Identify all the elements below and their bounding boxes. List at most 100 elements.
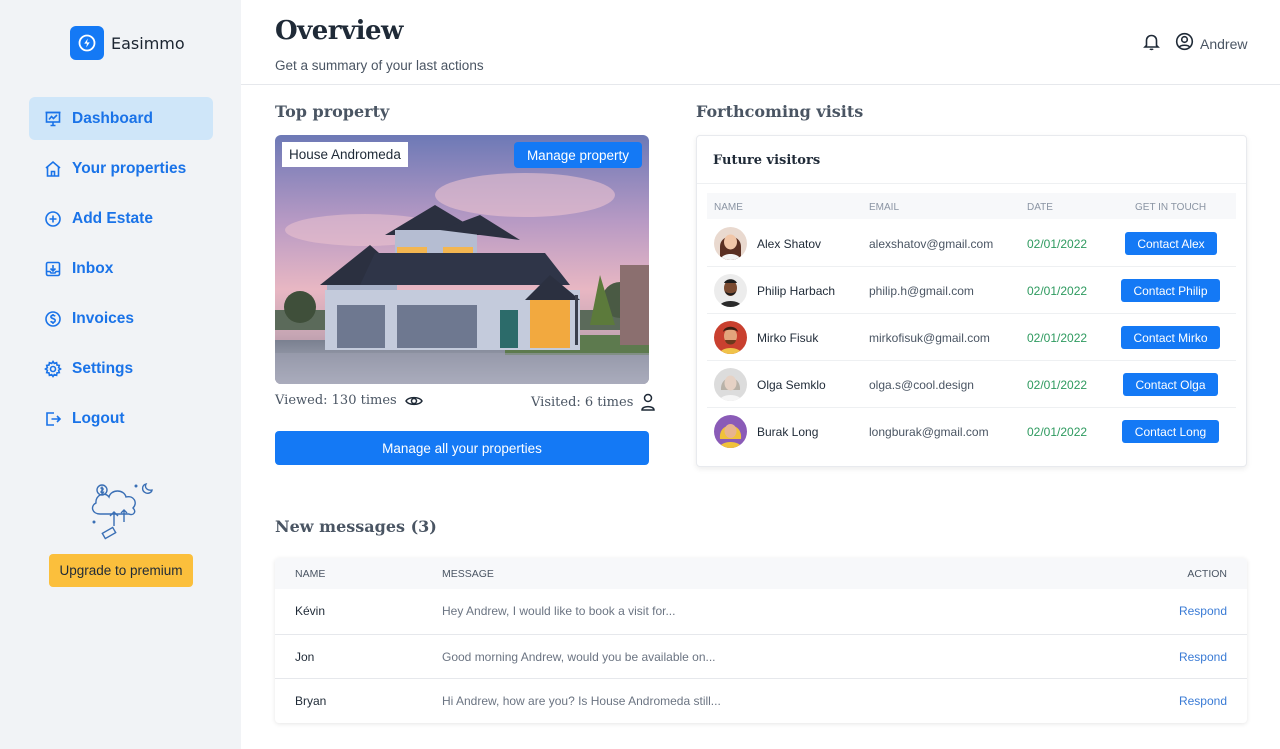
future-visitors-title: Future visitors bbox=[713, 153, 821, 168]
sidebar-item-invoices[interactable]: Invoices bbox=[29, 297, 213, 340]
sidebar-item-label: Dashboard bbox=[72, 109, 153, 127]
visit-date: 02/01/2022 bbox=[1027, 378, 1088, 392]
presentation-chart-icon bbox=[44, 110, 62, 128]
divider bbox=[697, 183, 1246, 184]
table-row: Mirko Fisuk mirkofisuk@gmail.com 02/01/2… bbox=[707, 314, 1236, 361]
message-sender: Jon bbox=[295, 650, 315, 664]
visit-date: 02/01/2022 bbox=[1027, 425, 1088, 439]
logo-icon bbox=[70, 26, 104, 60]
visitor-name: Olga Semklo bbox=[757, 378, 826, 392]
property-image[interactable]: House Andromeda Manage property bbox=[275, 135, 649, 384]
bell-icon[interactable] bbox=[1142, 32, 1161, 56]
future-visitors-card: Future visitors Name Email Date Get in t… bbox=[696, 135, 1247, 467]
forthcoming-visits-title: Forthcoming visits bbox=[696, 102, 864, 121]
visited-count: Visited: 6 times bbox=[531, 394, 634, 410]
avatar bbox=[714, 415, 747, 448]
manage-property-button[interactable]: Manage property bbox=[513, 142, 642, 168]
column-header-get-in-touch: Get in touch bbox=[1135, 202, 1207, 213]
page-title: Overview bbox=[275, 16, 403, 46]
viewed-stat: Viewed: 130 times bbox=[275, 393, 423, 408]
user-menu[interactable]: Andrew bbox=[1175, 32, 1247, 56]
sidebar-item-label: Logout bbox=[72, 409, 125, 427]
visitor-name: Alex Shatov bbox=[757, 237, 822, 251]
contact-button[interactable]: Contact Olga bbox=[1123, 373, 1218, 396]
viewed-count: Viewed: 130 times bbox=[275, 393, 397, 408]
column-header-action: Action bbox=[1187, 568, 1227, 580]
visitor-email: alexshatov@gmail.com bbox=[869, 237, 994, 251]
upgrade-button[interactable]: Upgrade to premium bbox=[49, 554, 193, 587]
plus-circle-icon bbox=[44, 210, 62, 228]
sidebar-item-label: Add Estate bbox=[72, 209, 153, 227]
dollar-circle-icon bbox=[44, 310, 62, 328]
message-preview: Hi Andrew, how are you? Is House Androme… bbox=[442, 694, 721, 708]
column-header-name: Name bbox=[714, 202, 743, 213]
sidebar-item-logout[interactable]: Logout bbox=[29, 397, 213, 440]
contact-button[interactable]: Contact Philip bbox=[1121, 279, 1220, 302]
property-name-label: House Andromeda bbox=[282, 142, 408, 167]
visitor-name: Burak Long bbox=[757, 425, 819, 439]
sidebar-item-label: Settings bbox=[72, 359, 134, 377]
logo[interactable]: Easimmo bbox=[70, 26, 185, 60]
column-header-email: Email bbox=[869, 202, 900, 213]
column-header-date: Date bbox=[1027, 202, 1053, 213]
visitor-name: Mirko Fisuk bbox=[757, 331, 819, 345]
respond-link[interactable]: Respond bbox=[1179, 604, 1227, 618]
table-row: Philip Harbach philip.h@gmail.com 02/01/… bbox=[707, 267, 1236, 314]
app-name: Easimmo bbox=[111, 33, 185, 53]
visitor-email: philip.h@gmail.com bbox=[869, 284, 974, 298]
person-icon bbox=[641, 393, 656, 411]
user-avatar-icon bbox=[1175, 32, 1194, 56]
avatar bbox=[714, 368, 747, 401]
table-row: Burak Long longburak@gmail.com 02/01/202… bbox=[707, 408, 1236, 455]
visitor-email: longburak@gmail.com bbox=[869, 425, 989, 439]
visitors-table-header: Name Email Date Get in touch bbox=[707, 193, 1236, 219]
logout-icon bbox=[44, 410, 62, 428]
sidebar-item-settings[interactable]: Settings bbox=[29, 347, 213, 390]
table-row[interactable]: Jon Good morning Andrew, would you be av… bbox=[275, 634, 1247, 678]
user-name: Andrew bbox=[1200, 36, 1248, 52]
avatar bbox=[714, 321, 747, 354]
visit-date: 02/01/2022 bbox=[1027, 284, 1088, 298]
cloud-moon-illustration bbox=[86, 478, 156, 549]
sidebar-item-dashboard[interactable]: Dashboard bbox=[29, 97, 213, 140]
contact-button[interactable]: Contact Long bbox=[1122, 420, 1219, 443]
gear-icon bbox=[44, 359, 62, 378]
contact-button[interactable]: Contact Mirko bbox=[1121, 326, 1220, 349]
sidebar-item-label: Your properties bbox=[72, 159, 187, 177]
page-subtitle: Get a summary of your last actions bbox=[275, 58, 484, 73]
avatar bbox=[714, 227, 747, 260]
messages-table: Name Message Action Kévin Hey Andrew, I … bbox=[275, 558, 1247, 723]
table-row[interactable]: Kévin Hey Andrew, I would like to book a… bbox=[275, 589, 1247, 633]
respond-link[interactable]: Respond bbox=[1179, 694, 1227, 708]
respond-link[interactable]: Respond bbox=[1179, 650, 1227, 664]
top-property-title: Top property bbox=[275, 102, 390, 121]
header: Overview Get a summary of your last acti… bbox=[241, 0, 1280, 85]
visitor-email: olga.s@cool.design bbox=[869, 378, 974, 392]
sidebar-nav: Dashboard Your properties Add Estate Inb… bbox=[29, 97, 213, 447]
sidebar: Easimmo Dashboard Your properties Add Es… bbox=[0, 0, 241, 749]
new-messages-title: New messages (3) bbox=[275, 517, 437, 536]
inbox-download-icon bbox=[44, 260, 62, 278]
sidebar-item-your-properties[interactable]: Your properties bbox=[29, 147, 213, 190]
sidebar-item-add-estate[interactable]: Add Estate bbox=[29, 197, 213, 240]
contact-button[interactable]: Contact Alex bbox=[1125, 232, 1217, 255]
message-sender: Bryan bbox=[295, 694, 327, 708]
column-header-message: Message bbox=[442, 568, 494, 580]
avatar bbox=[714, 274, 747, 307]
sidebar-item-inbox[interactable]: Inbox bbox=[29, 247, 213, 290]
visit-date: 02/01/2022 bbox=[1027, 237, 1088, 251]
visitor-name: Philip Harbach bbox=[757, 284, 836, 298]
visit-date: 02/01/2022 bbox=[1027, 331, 1088, 345]
column-header-name: Name bbox=[295, 568, 326, 580]
visitor-email: mirkofisuk@gmail.com bbox=[869, 331, 990, 345]
eye-icon bbox=[404, 394, 423, 408]
sidebar-item-label: Invoices bbox=[72, 309, 135, 327]
table-row: Olga Semklo olga.s@cool.design 02/01/202… bbox=[707, 361, 1236, 408]
message-sender: Kévin bbox=[295, 604, 326, 618]
message-preview: Good morning Andrew, would you be availa… bbox=[442, 650, 716, 664]
sidebar-item-label: Inbox bbox=[72, 259, 114, 277]
manage-all-properties-button[interactable]: Manage all your properties bbox=[275, 431, 649, 465]
table-row: Alex Shatov alexshatov@gmail.com 02/01/2… bbox=[707, 220, 1236, 267]
home-icon bbox=[44, 160, 62, 178]
table-row[interactable]: Bryan Hi Andrew, how are you? Is House A… bbox=[275, 678, 1247, 722]
